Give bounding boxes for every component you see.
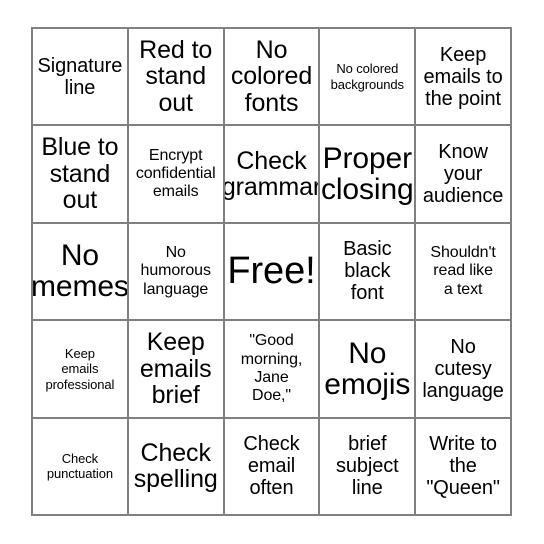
bingo-cell-label: No memes (33, 239, 129, 304)
bingo-cell-label: Keep emails to the point (423, 43, 503, 110)
bingo-cell[interactable]: No colored fonts (224, 29, 321, 127)
bingo-cell-label: No cutesy language (422, 335, 504, 402)
bingo-cell-label: No colored fonts (230, 35, 313, 117)
bingo-cell[interactable]: Basic black font (320, 223, 417, 322)
bingo-cell-label: Blue to stand out (41, 133, 119, 215)
bingo-cell[interactable]: Keep emails professional (33, 321, 129, 419)
bingo-cell-label: Check grammar (224, 146, 321, 202)
bingo-cell-label: Proper closing (320, 141, 414, 207)
bingo-cell[interactable]: Check grammar (224, 126, 321, 224)
bingo-cell[interactable]: Check email often (224, 418, 321, 516)
bingo-cell[interactable]: Proper closing (320, 126, 417, 224)
bingo-cell[interactable]: Shouldn't read like a text (416, 223, 512, 322)
bingo-cell-label: Write to the "Queen" (426, 433, 500, 500)
bingo-cell-label: No colored backgrounds (330, 61, 404, 92)
bingo-cell[interactable]: brief subject line (320, 418, 417, 516)
bingo-cell-label: Encrypt confidential emails (135, 146, 216, 201)
bingo-cell-label: Know your audience (422, 141, 504, 208)
bingo-cell[interactable]: Check spelling (128, 418, 225, 516)
bingo-cell[interactable]: No colored backgrounds (320, 29, 417, 127)
bingo-cell-label: Red to stand out (139, 35, 213, 117)
bingo-cell[interactable]: Signature line (33, 29, 129, 127)
bingo-cell[interactable]: Red to stand out (128, 29, 225, 127)
bingo-cell[interactable]: Know your audience (416, 126, 512, 224)
bingo-cell[interactable]: Blue to stand out (33, 126, 129, 224)
bingo-cell-free-space[interactable]: Free! (224, 223, 321, 322)
bingo-cell-label: Check email often (243, 433, 300, 500)
bingo-cell[interactable]: No emojis (320, 321, 417, 419)
bingo-cell-label: Check punctuation (46, 450, 113, 482)
bingo-card-grid: Signature line Red to stand out No colored… (31, 27, 512, 516)
bingo-cell-label: Keep emails brief (139, 328, 212, 410)
bingo-cell-label: "Good morning, Jane Doe," (240, 332, 303, 405)
bingo-cell[interactable]: Encrypt confidential emails (128, 126, 225, 224)
bingo-cell[interactable]: Keep emails to the point (416, 29, 512, 127)
bingo-cell-label: Keep emails professional (45, 345, 115, 392)
bingo-cell-label: brief subject line (335, 433, 399, 500)
bingo-cell[interactable]: "Good morning, Jane Doe," (224, 321, 321, 419)
bingo-cell[interactable]: No memes (33, 223, 129, 322)
bingo-cell-label: Signature line (37, 54, 123, 99)
bingo-cell[interactable]: No cutesy language (416, 321, 512, 419)
bingo-cell[interactable]: Write to the "Queen" (416, 418, 512, 516)
bingo-cell-label: Shouldn't read like a text (430, 244, 496, 298)
bingo-cell-label: No humorous language (140, 244, 211, 298)
bingo-cell[interactable]: No humorous language (128, 223, 225, 322)
bingo-cell-label: Check spelling (133, 438, 218, 494)
bingo-cell-label: Free! (227, 250, 316, 293)
bingo-cell[interactable]: Check punctuation (33, 418, 129, 516)
bingo-cell-label: No emojis (324, 336, 411, 401)
bingo-cell-label: Basic black font (343, 238, 392, 305)
bingo-cell[interactable]: Keep emails brief (128, 321, 225, 419)
